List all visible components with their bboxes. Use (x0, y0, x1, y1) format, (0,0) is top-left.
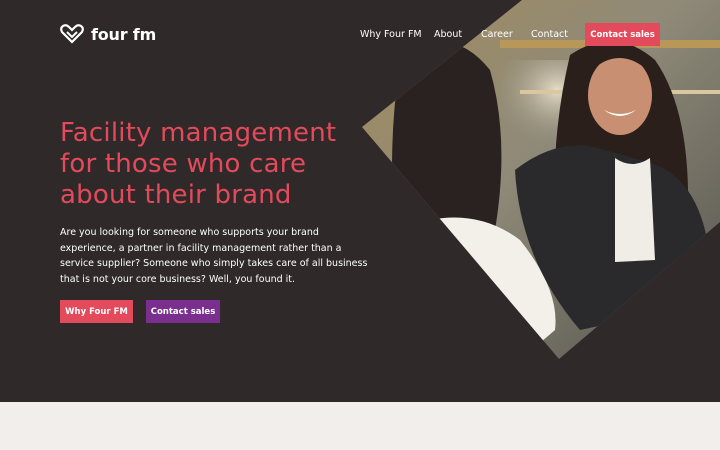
hero-intro: Are you looking for someone who supports… (60, 227, 368, 285)
hero-headline: Facility management for those who care a… (60, 118, 337, 210)
nav-item-career[interactable]: Career (481, 29, 513, 40)
hero-section: four fm Why Four FM About Career Contact… (0, 0, 720, 402)
nav-item-about[interactable]: About (434, 29, 462, 40)
header-contact-sales-button[interactable]: Contact sales (585, 23, 660, 46)
nav-item-contact[interactable]: Contact (531, 29, 568, 40)
brand-name: four fm (91, 24, 157, 44)
next-section-band (0, 402, 720, 450)
heart-logo-icon (60, 24, 84, 44)
why-four-fm-button[interactable]: Why Four FM (60, 300, 133, 323)
nav-item-why-four-fm[interactable]: Why Four FM (360, 29, 422, 40)
brand-logo[interactable]: four fm (60, 24, 156, 44)
contact-sales-button[interactable]: Contact sales (146, 300, 220, 323)
